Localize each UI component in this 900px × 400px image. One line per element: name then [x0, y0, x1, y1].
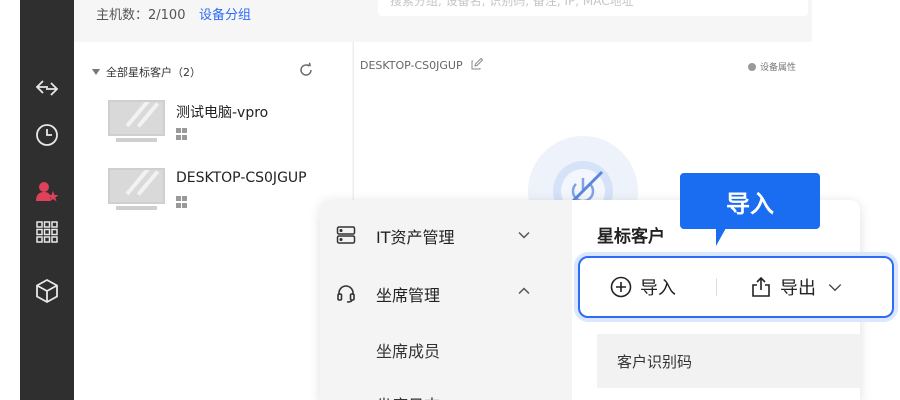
chevron-up-icon[interactable] [518, 287, 530, 295]
settings-icon [748, 63, 756, 71]
import-tooltip: 导入 [680, 173, 820, 229]
refresh-icon[interactable] [298, 62, 314, 78]
monitor-icon [108, 100, 165, 136]
windows-icon [176, 128, 188, 140]
package-cube-icon[interactable] [33, 277, 61, 305]
detail-device-title: DESKTOP-CS0JGUP [360, 59, 463, 72]
export-label: 导出 [780, 278, 816, 299]
toolbar-divider [716, 278, 717, 296]
device-attributes-label: 设备属性 [760, 63, 797, 73]
device-name: DESKTOP-CS0JGUP [176, 170, 307, 186]
group-header[interactable]: 全部星标客户（2） [92, 64, 201, 80]
remote-control-icon[interactable] [33, 74, 61, 102]
menu-subitem-seat-members[interactable]: 坐席成员 [376, 338, 440, 362]
column-header-customer-id: 客户识别码 [617, 353, 693, 371]
group-title: 全部星标客户（2） [106, 66, 201, 79]
search-placeholder: 搜索分组, 设备名, 识别码, 备注, IP, MAC地址 [390, 0, 634, 8]
monitor-icon [108, 168, 165, 204]
chevron-down-icon[interactable] [518, 231, 530, 239]
search-input[interactable]: 搜索分组, 设备名, 识别码, 备注, IP, MAC地址 [378, 0, 808, 16]
device-group-link[interactable]: 设备分组 [199, 4, 251, 23]
edit-icon[interactable] [471, 58, 483, 70]
apps-grid-icon[interactable] [33, 218, 61, 246]
chevron-down-icon[interactable] [826, 278, 844, 296]
device-list-panel [74, 42, 352, 400]
panel-title: 星标客户 [597, 227, 665, 247]
upload-icon [752, 276, 770, 297]
headset-icon [337, 285, 355, 303]
menu-subitem-seat-logs[interactable]: 坐席日志 [376, 392, 440, 400]
tooltip-pointer [716, 228, 736, 246]
history-clock-icon[interactable] [33, 121, 61, 149]
plus-circle-icon [610, 276, 632, 298]
device-attributes-link[interactable]: 设备属性 [748, 60, 796, 73]
import-button[interactable]: 导入 [610, 274, 676, 300]
export-button[interactable]: 导出 [750, 274, 844, 300]
menu-item-label: IT资产管理 [376, 228, 455, 247]
menu-item-label: 坐席管理 [376, 286, 441, 305]
caret-down-icon [92, 69, 100, 75]
table-column-header: 客户识别码 [597, 334, 863, 388]
server-icon [336, 226, 356, 244]
windows-icon [176, 196, 188, 208]
star-customers-icon[interactable] [33, 178, 61, 206]
host-count: 主机数：2/100 [96, 8, 186, 23]
import-label: 导入 [640, 278, 676, 299]
device-name: 测试电脑-vpro [176, 105, 269, 121]
